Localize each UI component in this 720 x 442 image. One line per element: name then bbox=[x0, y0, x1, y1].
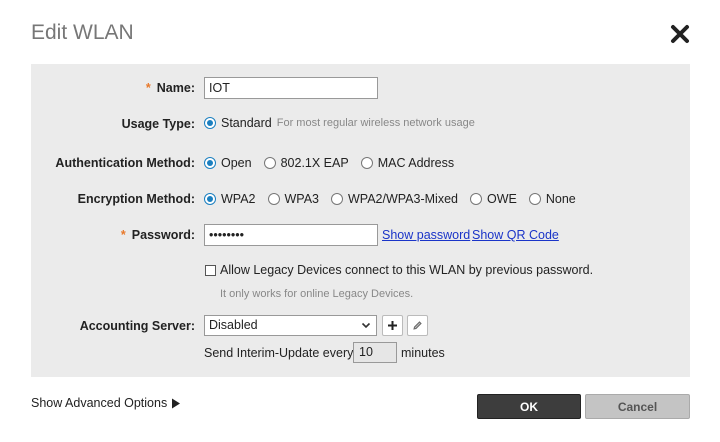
radio-icon[interactable] bbox=[267, 193, 280, 205]
chevron-down-icon bbox=[361, 322, 371, 329]
close-icon[interactable] bbox=[668, 22, 692, 46]
legacy-devices-checkbox[interactable] bbox=[205, 265, 216, 276]
required-mark: * bbox=[120, 228, 126, 242]
auth-option-mac[interactable]: MAC Address bbox=[360, 156, 454, 170]
ok-button[interactable]: OK bbox=[477, 394, 581, 419]
radio-selected-icon[interactable] bbox=[204, 117, 216, 129]
interim-minutes-input[interactable]: 10 bbox=[353, 342, 397, 363]
usage-type-standard-option[interactable]: Standard For most regular wireless netwo… bbox=[204, 116, 475, 130]
edit-server-button[interactable] bbox=[407, 315, 428, 336]
accounting-server-select[interactable]: Disabled bbox=[204, 315, 377, 336]
radio-selected-icon[interactable] bbox=[204, 193, 216, 205]
auth-method-group: Open 802.1X EAP MAC Address bbox=[204, 156, 466, 170]
radio-icon[interactable] bbox=[263, 157, 276, 169]
auth-option-open[interactable]: Open bbox=[204, 156, 252, 170]
show-qr-code-link[interactable]: Show QR Code bbox=[472, 228, 559, 242]
cancel-button[interactable]: Cancel bbox=[585, 394, 690, 419]
enc-option-none[interactable]: None bbox=[528, 192, 576, 206]
enc-option-mixed[interactable]: WPA2/WPA3-Mixed bbox=[331, 192, 458, 206]
password-input[interactable]: •••••••• bbox=[204, 224, 378, 246]
password-label: * Password: bbox=[120, 228, 195, 242]
show-advanced-options-link[interactable]: Show Advanced Options bbox=[31, 396, 181, 410]
dialog-title: Edit WLAN bbox=[31, 21, 134, 44]
triangle-right-icon bbox=[172, 398, 181, 408]
radio-icon[interactable] bbox=[360, 157, 373, 169]
radio-icon[interactable] bbox=[528, 193, 541, 205]
enc-option-wpa2[interactable]: WPA2 bbox=[204, 192, 256, 206]
auth-option-8021x[interactable]: 802.1X EAP bbox=[263, 156, 349, 170]
usage-type-group: Standard For most regular wireless netwo… bbox=[204, 116, 487, 130]
radio-icon[interactable] bbox=[331, 193, 343, 205]
required-mark: * bbox=[145, 81, 151, 95]
encryption-method-group: WPA2 WPA3 WPA2/WPA3-Mixed OWE None bbox=[204, 192, 588, 206]
usage-type-hint: For most regular wireless network usage bbox=[276, 117, 475, 129]
plus-icon bbox=[388, 321, 397, 330]
name-label: * Name: bbox=[145, 81, 195, 95]
add-server-button[interactable] bbox=[382, 315, 403, 336]
name-input[interactable]: IOT bbox=[204, 77, 378, 99]
legacy-devices-note: It only works for online Legacy Devices. bbox=[220, 288, 414, 300]
encryption-method-label: Encryption Method: bbox=[77, 192, 195, 206]
accounting-server-label: Accounting Server: bbox=[79, 319, 195, 333]
interim-prefix: Send Interim-Update every bbox=[204, 346, 354, 360]
show-password-link[interactable]: Show password bbox=[382, 228, 470, 242]
pencil-icon bbox=[413, 321, 422, 330]
usage-type-label: Usage Type: bbox=[121, 117, 195, 131]
radio-selected-icon[interactable] bbox=[204, 157, 216, 169]
interim-suffix: minutes bbox=[401, 346, 445, 360]
edit-wlan-dialog: Edit WLAN * Name: IOT Usage Type: Standar… bbox=[0, 0, 720, 442]
auth-method-label: Authentication Method: bbox=[55, 156, 195, 170]
enc-option-wpa3[interactable]: WPA3 bbox=[267, 192, 319, 206]
radio-icon[interactable] bbox=[469, 193, 482, 205]
enc-option-owe[interactable]: OWE bbox=[469, 192, 517, 206]
legacy-devices-label: Allow Legacy Devices connect to this WLA… bbox=[220, 263, 594, 277]
